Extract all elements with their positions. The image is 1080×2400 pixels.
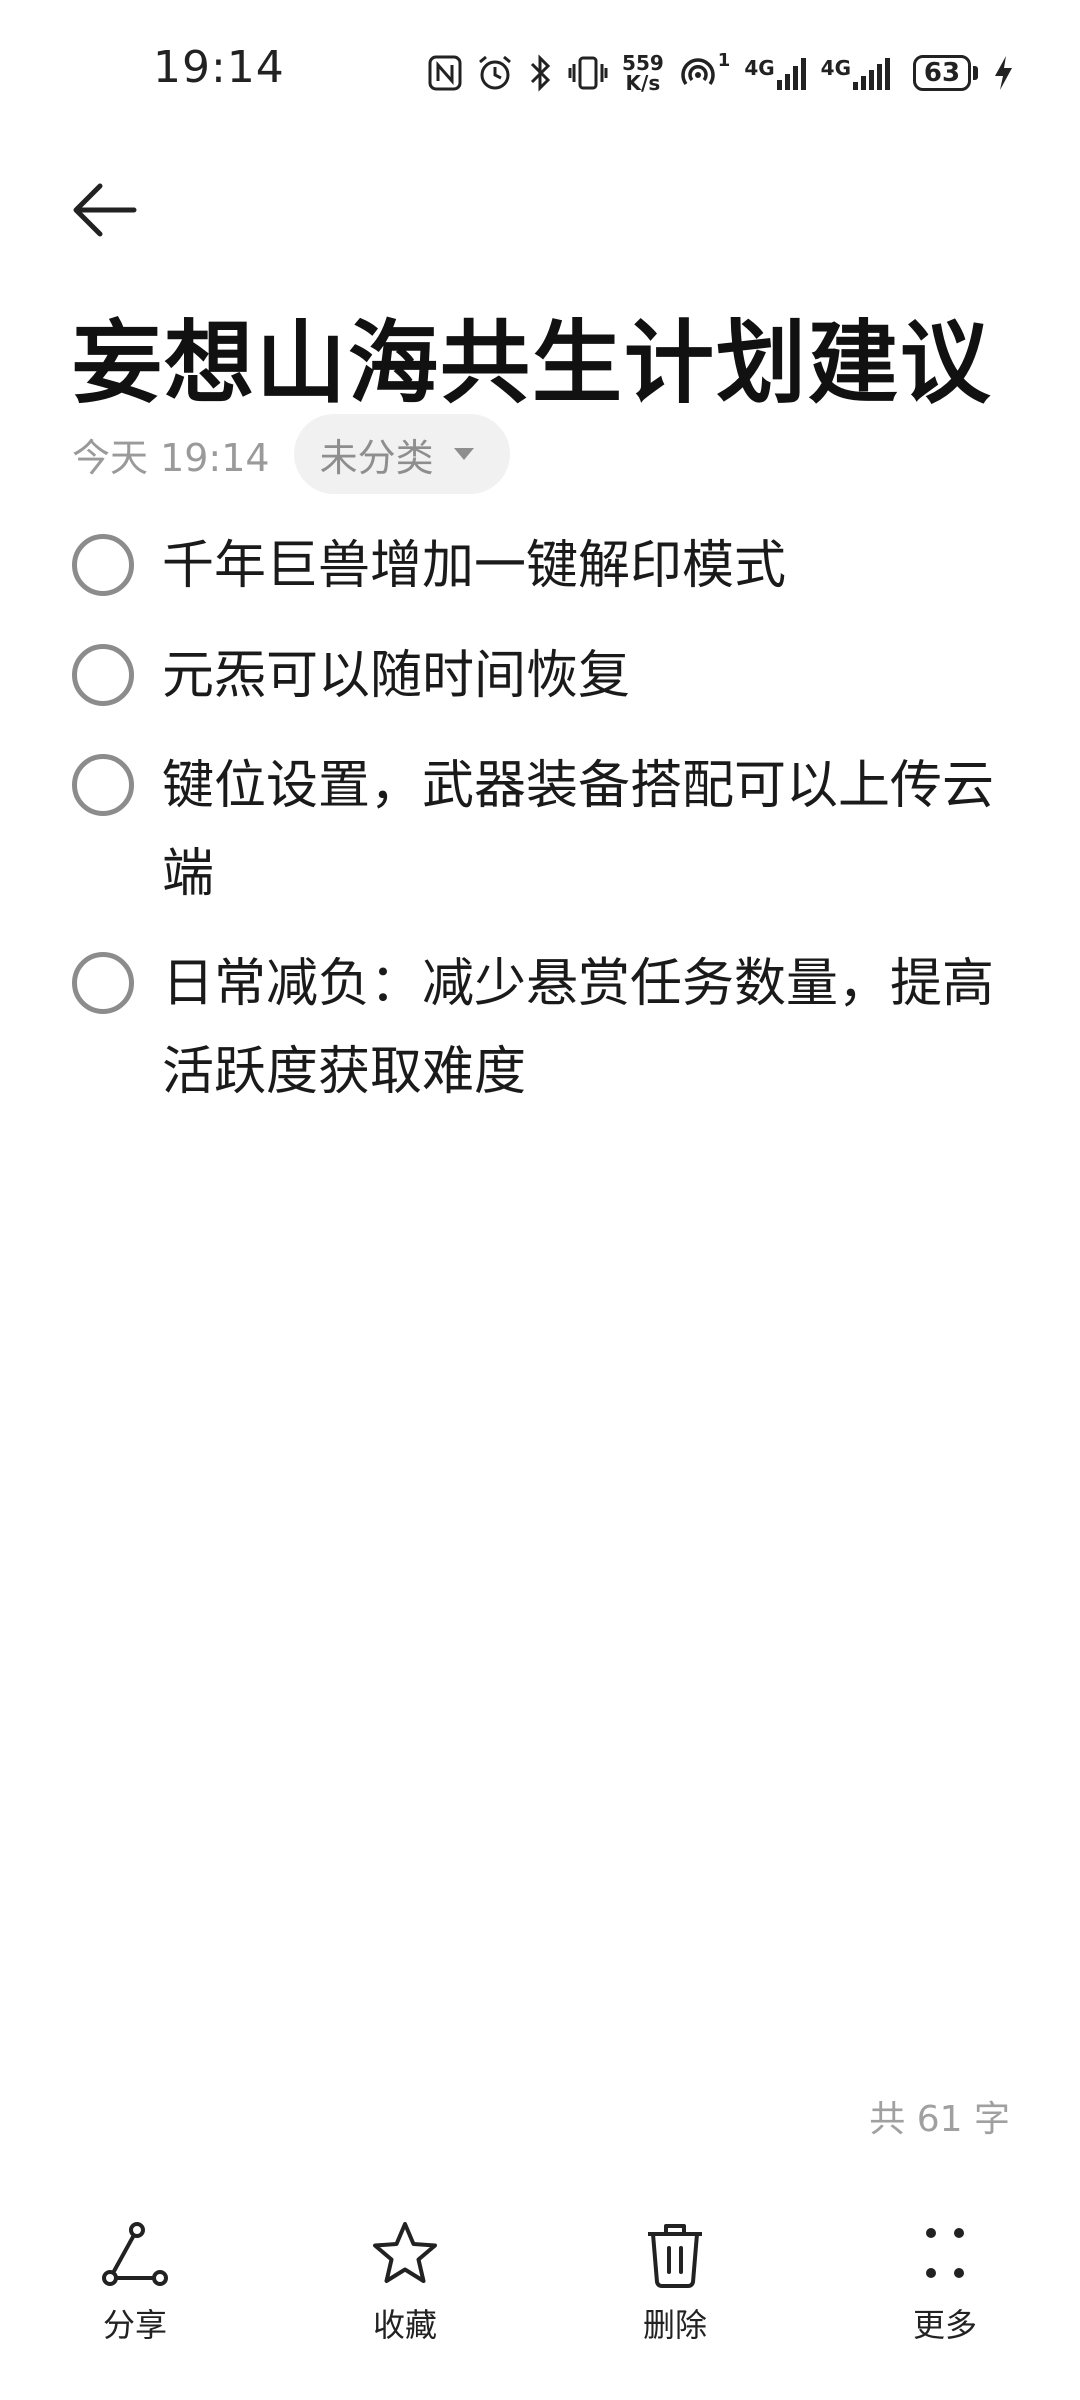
star-icon [373,2222,437,2283]
note-date: 今天 19:14 [72,435,270,480]
network-speed: 559 K/s [622,51,664,95]
more-button[interactable]: 更多 [810,2200,1080,2400]
signal-bars-icon [776,58,806,90]
checkbox[interactable] [72,952,134,1014]
status-time: 19:14 [153,42,285,93]
arrow-left-icon [73,183,137,237]
signal-2: 4G [821,56,899,90]
share-label: 分享 [102,2306,167,2344]
delete-label: 删除 [642,2306,707,2344]
vibrate-icon [568,54,608,92]
dots-grid-icon [926,2228,964,2278]
checkbox[interactable] [72,644,134,706]
checklist-item: 千年巨兽增加一键解印模式 [72,526,1012,610]
category-dropdown[interactable]: 未分类 [293,414,510,494]
note-title[interactable]: 妄想山海共生计划建议 [72,290,992,420]
status-icons: 559 K/s 1 4G 4G 63 [428,48,1014,98]
share-icon [102,2222,168,2286]
hotspot-icon: 1 [678,50,730,92]
checklist-item: 元炁可以随时间恢复 [72,636,1012,720]
signal-1: 4G [744,56,806,90]
alarm-icon [476,54,514,92]
share-button[interactable]: 分享 [0,2200,270,2400]
checklist-item-text[interactable]: 千年巨兽增加一键解印模式 [162,522,1012,610]
checkbox[interactable] [72,534,134,596]
trash-icon [648,2224,702,2288]
more-label: 更多 [912,2306,977,2344]
checkbox[interactable] [72,754,134,816]
checklist: 千年巨兽增加一键解印模式 元炁可以随时间恢复 键位设置，武器装备搭配可以上传云端… [72,526,1012,1142]
checklist-item-text[interactable]: 日常减负：减少悬赏任务数量，提高活跃度获取难度 [162,940,1012,1116]
checklist-item-text[interactable]: 键位设置，武器装备搭配可以上传云端 [162,742,1012,918]
category-label: 未分类 [319,435,434,480]
checklist-item-text[interactable]: 元炁可以随时间恢复 [162,632,1012,720]
delete-button[interactable]: 删除 [540,2200,810,2400]
status-bar: 19:14 559 K/s 1 4G 4G 63 [0,0,1080,140]
charging-icon [992,54,1014,92]
favorite-button[interactable]: 收藏 [270,2200,540,2400]
back-button[interactable] [66,170,146,250]
note-meta: 今天 19:14 未分类 [72,414,510,494]
bluetooth-icon [528,54,554,92]
signal-bars-icon [853,58,890,90]
triangle-down-icon [453,448,474,460]
word-count: 共 61 字 [869,2099,1010,2140]
nfc-icon [428,55,462,91]
favorite-label: 收藏 [372,2306,437,2344]
bottom-toolbar: 分享 收藏 删除 更多 [0,2200,1080,2400]
checklist-item: 日常减负：减少悬赏任务数量，提高活跃度获取难度 [72,944,1012,1116]
checklist-item: 键位设置，武器装备搭配可以上传云端 [72,746,1012,918]
battery-indicator: 63 [913,55,978,91]
